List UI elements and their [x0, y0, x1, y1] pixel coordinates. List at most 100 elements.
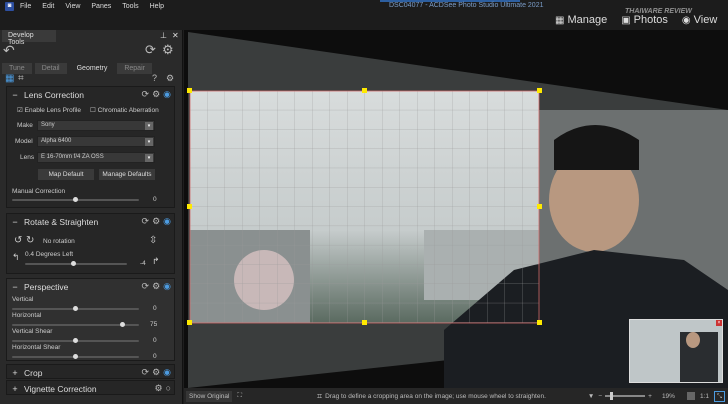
gear-icon[interactable]: ⚙ — [152, 367, 160, 378]
help-icon[interactable]: ? — [152, 73, 157, 83]
tab-repair[interactable]: Repair — [117, 63, 152, 74]
reset-icon[interactable]: ⟳ — [142, 281, 150, 292]
mode-view[interactable]: ◉ View — [682, 14, 717, 26]
make-label: Make — [17, 122, 33, 129]
map-default-button[interactable]: Map Default — [38, 169, 94, 180]
show-original-button[interactable]: Show Original — [186, 390, 233, 402]
menu-view[interactable]: View — [65, 3, 80, 10]
expand-icon[interactable]: + — [11, 384, 19, 394]
settings-icon[interactable]: ⚙ — [162, 42, 174, 58]
rotate-left-icon[interactable]: ↺ — [14, 235, 22, 246]
rotate-right-icon[interactable]: ↻ — [26, 235, 34, 246]
section-title: Vignette Correction — [24, 383, 97, 394]
make-select[interactable]: Sony ▾ — [37, 120, 155, 131]
undo-icon[interactable]: ↶ — [3, 42, 15, 59]
horizontal-shear-slider[interactable] — [12, 354, 139, 359]
straighten-slider[interactable] — [25, 261, 127, 266]
close-icon[interactable]: ✕ — [172, 31, 179, 40]
mode-photos[interactable]: ▣ Photos — [621, 14, 668, 26]
toggle-icon[interactable]: ◉ — [163, 89, 171, 100]
menu-edit[interactable]: Edit — [42, 3, 54, 10]
degrees-label: 0.4 Degrees Left — [25, 251, 74, 258]
toggle-icon[interactable]: ◉ — [163, 367, 171, 378]
zoom-out-icon[interactable]: − — [598, 393, 602, 400]
model-select[interactable]: Alpha 6400 ▾ — [37, 136, 155, 147]
straighten-left-icon[interactable]: ↰ — [12, 252, 20, 263]
collapse-icon[interactable]: − — [11, 217, 19, 227]
gear-icon[interactable]: ⚙ — [154, 383, 162, 394]
horizontal-shear-label: Horizontal Shear — [12, 344, 61, 351]
vertical-shear-label: Vertical Shear — [12, 328, 53, 335]
zoom-menu-icon[interactable]: ▼ — [588, 393, 594, 400]
horizontal-shear-value: 0 — [153, 353, 157, 360]
navigator-thumbnail[interactable]: × — [629, 319, 723, 383]
straighten-right-icon[interactable]: ↱ — [152, 256, 160, 267]
vertical-slider[interactable] — [12, 306, 139, 311]
actual-size-button[interactable]: 1:1 — [700, 393, 709, 400]
manual-correction-slider[interactable] — [12, 197, 139, 202]
section-title: Rotate & Straighten — [24, 216, 99, 227]
menu-file[interactable]: File — [20, 3, 31, 10]
enable-lens-profile-checkbox[interactable]: ☑ Enable Lens Profile — [17, 106, 81, 114]
collapse-icon[interactable]: − — [11, 282, 19, 292]
zoom-level[interactable]: 19% — [662, 393, 675, 400]
horizontal-slider[interactable] — [12, 322, 139, 327]
lens-label: Lens — [20, 154, 35, 161]
close-navigator-icon[interactable]: × — [716, 320, 722, 326]
tab-detail[interactable]: Detail — [34, 63, 67, 74]
panel-title: Develop Tools — [2, 30, 56, 46]
vertical-value: 0 — [153, 305, 157, 312]
reset-all-icon[interactable]: ⟳ — [145, 42, 156, 58]
gear-icon[interactable]: ⚙ — [152, 281, 160, 292]
reset-icon[interactable]: ⟳ — [142, 216, 150, 227]
flip-icon[interactable]: ⇳ — [149, 235, 157, 246]
image-canvas[interactable]: × — [184, 30, 728, 388]
zoom-slider[interactable] — [605, 392, 646, 400]
manage-defaults-button[interactable]: Manage Defaults — [99, 169, 155, 180]
chromatic-aberration-checkbox[interactable]: ☐ Chromatic Aberration — [90, 106, 159, 114]
menu-help[interactable]: Help — [150, 3, 164, 10]
manual-correction-label: Manual Correction — [12, 188, 66, 195]
model-label: Model — [15, 138, 33, 145]
reset-icon[interactable]: ⟳ — [142, 89, 150, 100]
crop-section[interactable]: + Crop ⟳ ⚙ ◉ — [6, 364, 175, 379]
section-title: Crop — [24, 367, 43, 378]
horizontal-label: Horizontal — [12, 312, 42, 319]
menu-tools[interactable]: Tools — [122, 3, 138, 10]
menu-panes[interactable]: Panes — [91, 3, 111, 10]
crop-icon[interactable]: ⌗ — [18, 73, 24, 84]
crop-grid — [190, 91, 539, 323]
window-title: DSC04077 - ACDSee Photo Studio Ultimate … — [389, 2, 544, 9]
toggle-icon[interactable]: ◉ — [163, 216, 171, 227]
rotation-status: No rotation — [43, 238, 75, 245]
mode-manage[interactable]: ▦ Manage — [555, 14, 607, 26]
section-title: Perspective — [24, 281, 69, 292]
straighten-value: -4 — [140, 260, 146, 267]
grid-overlay-icon[interactable]: ▦ — [5, 73, 14, 84]
gear-icon[interactable]: ⚙ — [152, 216, 160, 227]
collapse-icon[interactable]: − — [11, 90, 19, 100]
fit-to-window-icon[interactable]: ⤡ — [714, 390, 725, 402]
photos-icon: ▣ — [621, 15, 631, 26]
fullscreen-icon[interactable]: ⛶ — [237, 392, 242, 400]
crop-tool-icon: ⌗ — [317, 390, 323, 401]
gear-icon[interactable]: ⚙ — [152, 89, 160, 100]
toggle-icon[interactable]: ◉ — [163, 281, 171, 292]
options-icon[interactable]: ⚙ — [166, 73, 174, 84]
mode-switcher: ▦ Manage ▣ Photos ◉ View — [555, 14, 717, 26]
vignette-correction-section[interactable]: + Vignette Correction ⚙ ○ — [6, 380, 175, 395]
rotate-straighten-section: − Rotate & Straighten ⟳ ⚙ ◉ ↺ ↻ No rotation… — [6, 213, 175, 274]
tab-geometry[interactable]: Geometry — [69, 63, 115, 74]
vertical-shear-slider[interactable] — [12, 338, 139, 343]
toggle-off-icon[interactable]: ○ — [166, 383, 171, 394]
status-bar: Show Original ⛶ ⌗ Drag to define a cropp… — [184, 388, 728, 404]
reset-icon[interactable]: ⟳ — [142, 367, 150, 378]
expand-icon[interactable]: + — [11, 368, 19, 378]
lens-select[interactable]: E 16-70mm f/4 ZA OSS ▾ — [37, 152, 155, 163]
pin-icon[interactable]: ⊥ — [160, 31, 167, 40]
manual-correction-value: 0 — [153, 196, 157, 203]
chevron-down-icon: ▾ — [145, 154, 153, 162]
zoom-in-icon[interactable]: + — [648, 393, 652, 400]
tab-bar: Tune Detail Geometry Repair — [2, 63, 152, 74]
fit-icon[interactable] — [686, 392, 695, 400]
